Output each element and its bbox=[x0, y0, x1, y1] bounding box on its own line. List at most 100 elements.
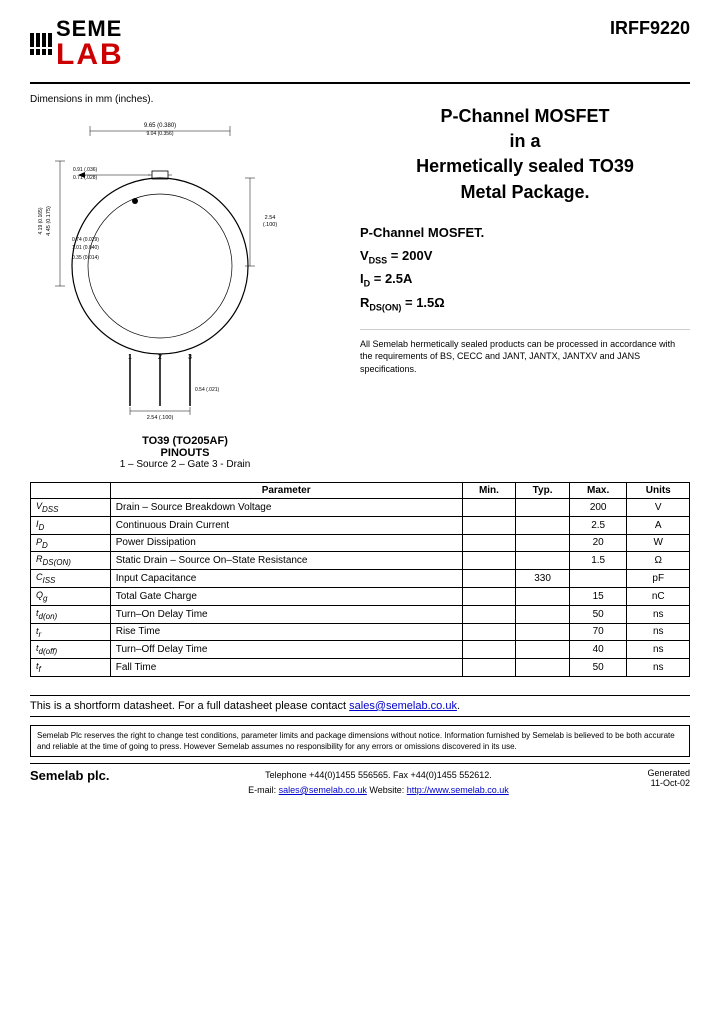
shortform-email-link[interactable]: sales@semelab.co.uk bbox=[349, 700, 457, 712]
cell-parameter: Power Dissipation bbox=[110, 534, 462, 552]
col-max: Max. bbox=[569, 483, 627, 499]
cell-units: W bbox=[627, 534, 690, 552]
table-row: PDPower Dissipation 20W bbox=[31, 534, 690, 552]
cell-max: 200 bbox=[569, 499, 627, 517]
cell-min bbox=[462, 534, 516, 552]
svg-text:2.54: 2.54 bbox=[265, 215, 276, 221]
cell-max: 1.5 bbox=[569, 552, 627, 570]
svg-text:0.91 (.036): 0.91 (.036) bbox=[73, 167, 98, 173]
cell-symbol: ID bbox=[31, 516, 111, 534]
cell-units: Ω bbox=[627, 552, 690, 570]
svg-text:0.54 (.021): 0.54 (.021) bbox=[195, 387, 220, 393]
spec-subtitle: P-Channel MOSFET. bbox=[360, 225, 690, 240]
cell-units: pF bbox=[627, 570, 690, 588]
table-row: td(off)Turn–Off Delay Time 40ns bbox=[31, 641, 690, 659]
cell-symbol: PD bbox=[31, 534, 111, 552]
spec-vdss: VDSS = 200V bbox=[360, 248, 690, 266]
svg-text:9.65 (0.380): 9.65 (0.380) bbox=[144, 123, 176, 129]
table-row: RDS(ON)Static Drain – Source On–State Re… bbox=[31, 552, 690, 570]
svg-text:1.01 (0.040): 1.01 (0.040) bbox=[72, 245, 99, 251]
cell-min bbox=[462, 570, 516, 588]
pinouts-label: PINOUTS bbox=[30, 447, 340, 459]
col-parameter: Parameter bbox=[110, 483, 462, 499]
svg-text:1: 1 bbox=[128, 354, 132, 361]
spec-rds: RDS(ON) = 1.5Ω bbox=[360, 295, 690, 313]
cell-symbol: Qg bbox=[31, 587, 111, 605]
cell-max: 70 bbox=[569, 623, 627, 641]
part-number: IRFF9220 bbox=[610, 18, 690, 39]
cell-typ bbox=[516, 534, 569, 552]
disclaimer-box: Semelab Plc reserves the right to change… bbox=[30, 725, 690, 757]
cell-typ: 330 bbox=[516, 570, 569, 588]
shortform-note: This is a shortform datasheet. For a ful… bbox=[30, 695, 690, 717]
cell-typ bbox=[516, 641, 569, 659]
cell-min bbox=[462, 641, 516, 659]
cell-parameter: Turn–Off Delay Time bbox=[110, 641, 462, 659]
footer-website-link[interactable]: http://www.semelab.co.uk bbox=[407, 785, 509, 795]
cell-min bbox=[462, 623, 516, 641]
cell-max: 2.5 bbox=[569, 516, 627, 534]
col-units: Units bbox=[627, 483, 690, 499]
footer-generated: Generated 11-Oct-02 bbox=[647, 768, 690, 788]
cell-max: 50 bbox=[569, 605, 627, 623]
col-typ: Typ. bbox=[516, 483, 569, 499]
cell-max bbox=[569, 570, 627, 588]
logo-icon: SEME LAB bbox=[30, 18, 124, 70]
svg-text:4.19 (0.165): 4.19 (0.165) bbox=[38, 207, 44, 234]
cell-units: ns bbox=[627, 641, 690, 659]
cell-symbol: VDSS bbox=[31, 499, 111, 517]
top-section: Dimensions in mm (inches). 9.65 (0.380) … bbox=[30, 94, 690, 474]
cell-min bbox=[462, 516, 516, 534]
table-row: trRise Time70ns bbox=[31, 623, 690, 641]
cell-symbol: td(off) bbox=[31, 641, 111, 659]
cell-symbol: RDS(ON) bbox=[31, 552, 111, 570]
cell-typ bbox=[516, 587, 569, 605]
page: SEME LAB IRFF9220 Dimensions in mm (inch… bbox=[0, 0, 720, 1012]
svg-text:3: 3 bbox=[188, 354, 192, 361]
svg-text:2: 2 bbox=[158, 354, 162, 361]
table-row: QgTotal Gate Charge15nC bbox=[31, 587, 690, 605]
table-row: CISSInput Capacitance330pF bbox=[31, 570, 690, 588]
hermetic-note: All Semelab hermetically sealed products… bbox=[360, 329, 690, 376]
cell-units: ns bbox=[627, 659, 690, 677]
cell-typ bbox=[516, 659, 569, 677]
to39-label: TO39 (TO205AF) bbox=[30, 435, 340, 447]
right-panel: P-Channel MOSFET in a Hermetically seale… bbox=[350, 94, 690, 474]
cell-max: 20 bbox=[569, 534, 627, 552]
cell-parameter: Total Gate Charge bbox=[110, 587, 462, 605]
svg-text:9.04 (0.356): 9.04 (0.356) bbox=[147, 131, 174, 137]
cell-typ bbox=[516, 552, 569, 570]
table-row: tfFall Time50ns bbox=[31, 659, 690, 677]
cell-parameter: Continuous Drain Current bbox=[110, 516, 462, 534]
cell-max: 40 bbox=[569, 641, 627, 659]
svg-text:(.100): (.100) bbox=[263, 222, 278, 228]
footer-company: Semelab plc. bbox=[30, 768, 109, 783]
cell-min bbox=[462, 605, 516, 623]
footer-email-link[interactable]: sales@semelab.co.uk bbox=[279, 785, 367, 795]
cell-typ bbox=[516, 499, 569, 517]
table-row: IDContinuous Drain Current 2.5A bbox=[31, 516, 690, 534]
cell-units: A bbox=[627, 516, 690, 534]
product-title: P-Channel MOSFET in a Hermetically seale… bbox=[360, 104, 690, 205]
cell-symbol: tf bbox=[31, 659, 111, 677]
spec-id: ID = 2.5A bbox=[360, 271, 690, 289]
svg-text:2.54 (.100): 2.54 (.100) bbox=[147, 415, 174, 421]
col-min: Min. bbox=[462, 483, 516, 499]
cell-parameter: Rise Time bbox=[110, 623, 462, 641]
cell-parameter: Static Drain – Source On–State Resistanc… bbox=[110, 552, 462, 570]
cell-symbol: tr bbox=[31, 623, 111, 641]
col-symbol bbox=[31, 483, 111, 499]
dimensions-label: Dimensions in mm (inches). bbox=[30, 94, 340, 105]
svg-text:4.45 (0.175): 4.45 (0.175) bbox=[46, 206, 52, 236]
params-table: Parameter Min. Typ. Max. Units VDSSDrain… bbox=[30, 482, 690, 677]
header: SEME LAB IRFF9220 bbox=[30, 18, 690, 84]
cell-typ bbox=[516, 605, 569, 623]
specs-block: P-Channel MOSFET. VDSS = 200V ID = 2.5A … bbox=[360, 225, 690, 313]
svg-text:0.35 (0.014): 0.35 (0.014) bbox=[72, 255, 99, 261]
cell-units: ns bbox=[627, 605, 690, 623]
cell-units: nC bbox=[627, 587, 690, 605]
cell-units: V bbox=[627, 499, 690, 517]
footer-telephone: Telephone +44(0)1455 556565. Fax +44(0)1… bbox=[248, 768, 509, 782]
cell-parameter: Input Capacitance bbox=[110, 570, 462, 588]
cell-max: 50 bbox=[569, 659, 627, 677]
